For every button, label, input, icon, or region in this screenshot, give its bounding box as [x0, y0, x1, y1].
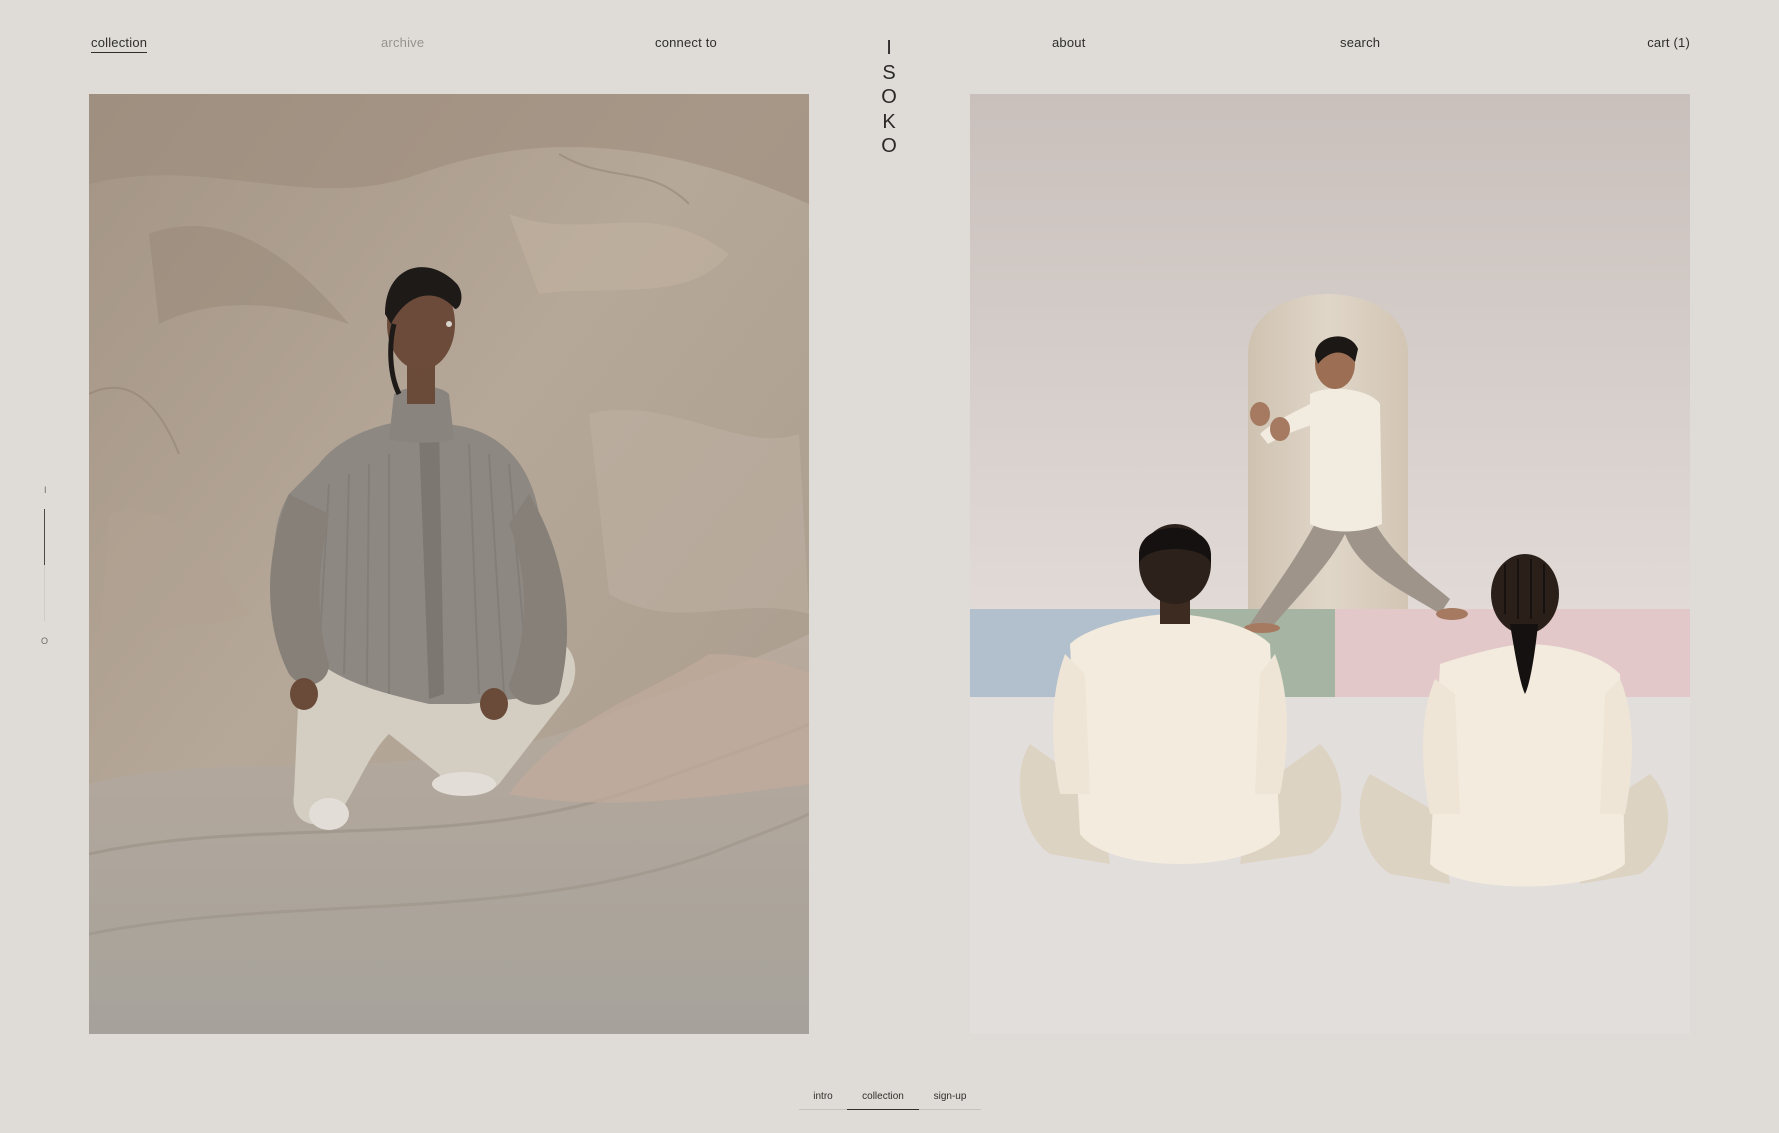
tab-collection[interactable]: collection: [847, 1087, 919, 1110]
tab-sign-up[interactable]: sign-up: [919, 1087, 981, 1105]
logo-letter: O: [881, 135, 897, 157]
logo-letter: I: [886, 37, 892, 59]
lookbook-photo-rock[interactable]: [89, 94, 809, 1034]
scroll-progress-indicator: I O: [38, 485, 52, 646]
nav-collection-link[interactable]: collection: [91, 35, 148, 53]
logo-letter: S: [882, 61, 896, 84]
progress-end-label: O: [41, 636, 49, 646]
section-tabs: intro collection sign-up: [799, 1087, 981, 1110]
logo-letter: K: [882, 110, 896, 133]
nav-connect-link[interactable]: connect to: [655, 35, 717, 50]
nav-archive-link[interactable]: archive: [381, 35, 424, 50]
tab-intro[interactable]: intro: [799, 1087, 847, 1105]
progress-track: [44, 509, 45, 621]
lookbook-photo-studio[interactable]: [970, 94, 1690, 1034]
nav-about-link[interactable]: about: [1052, 35, 1086, 50]
site-logo[interactable]: I S O K O: [874, 36, 904, 159]
rock-scene-illustration: [89, 94, 809, 1034]
nav-cart-link[interactable]: cart (1): [1647, 35, 1690, 50]
studio-scene-illustration: [970, 94, 1690, 1034]
progress-start-label: I: [44, 485, 47, 495]
nav-search-link[interactable]: search: [1340, 35, 1380, 50]
progress-fill: [44, 509, 45, 565]
logo-letter: O: [881, 86, 897, 108]
